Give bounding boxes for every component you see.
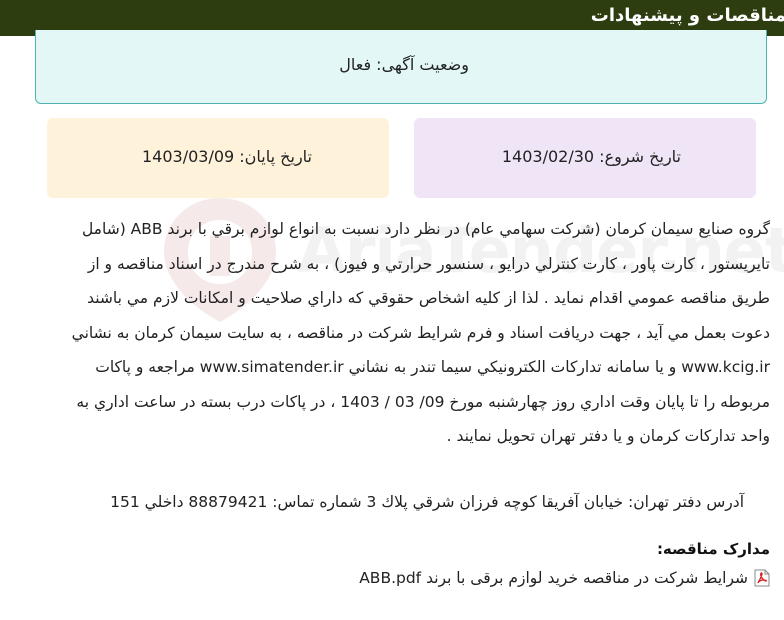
documents-heading: مدارک مناقصه: <box>656 540 770 558</box>
end-date: تاریخ پایان: 1403/03/09 <box>141 147 312 166</box>
description-line: گروه صنايع سيمان كرمان (شركت سهامي عام) … <box>81 220 770 238</box>
status-text: وضعیت آگهی: فعال <box>339 55 469 74</box>
description-line: تايريستور ، كارت پاور ، كارت كنترلي دراي… <box>87 254 770 273</box>
pdf-icon <box>754 569 770 587</box>
status-box: وضعیت آگهی: فعال <box>35 30 767 104</box>
description-line: طريق مناقصه عمومي اقدام نمايد . لذا از ك… <box>87 289 770 307</box>
description-line: www.kcig.ir و يا سامانه تداركات الكتروني… <box>95 358 770 376</box>
header-title: مناقصات و پیشنهادات <box>590 5 784 26</box>
description-line: دعوت بعمل مي آيد ، جهت دريافت اسناد و فر… <box>71 323 770 342</box>
document-link[interactable]: شرایط شرکت در مناقصه خرید لوازم برقی با … <box>359 566 770 590</box>
tender-description: گروه صنايع سيمان كرمان (شركت سهامي عام) … <box>40 212 770 454</box>
start-date-card: تاریخ شروع: 1403/02/30 <box>414 118 756 198</box>
document-link-label: شرایط شرکت در مناقصه خرید لوازم برقی با … <box>359 569 748 587</box>
start-date: تاریخ شروع: 1403/02/30 <box>501 147 681 166</box>
description-line: مربوطه را تا پايان وقت اداري روز چهارشنب… <box>76 392 770 411</box>
description-line: واحد تداركات كرمان و يا دفتر تهران تحويل… <box>446 427 770 445</box>
tehran-office-address: آدرس دفتر تهران: خيابان آفريقا كوچه فرزا… <box>110 493 744 511</box>
end-date-card: تاریخ پایان: 1403/03/09 <box>47 118 389 198</box>
